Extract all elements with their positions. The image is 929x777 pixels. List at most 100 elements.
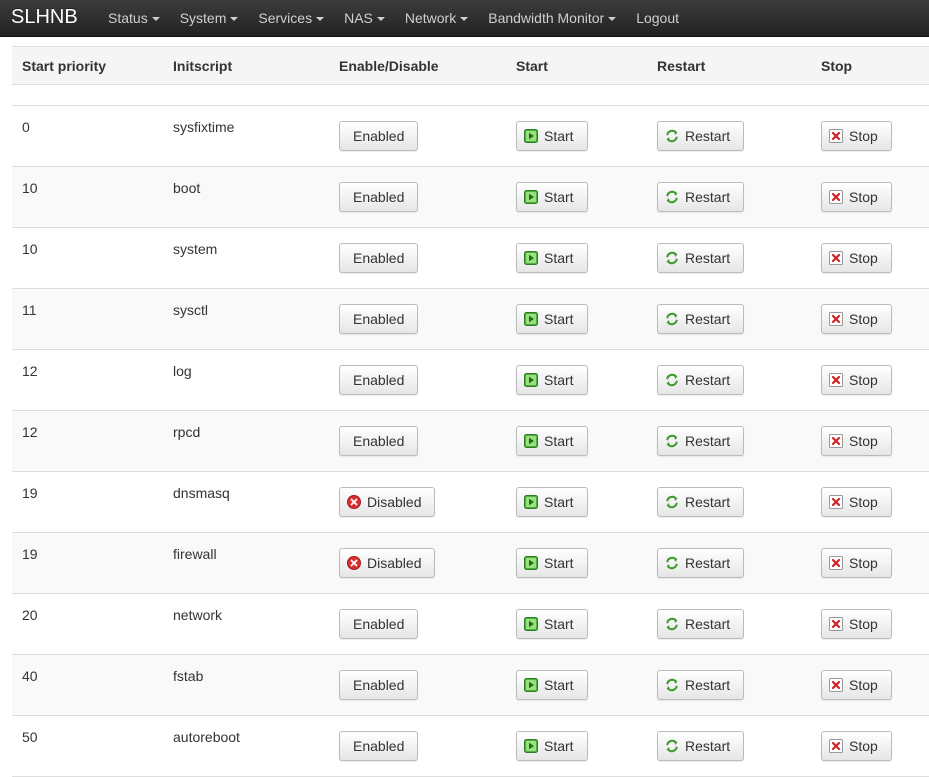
stop-cell: Stop xyxy=(811,349,929,411)
stop-label: Stop xyxy=(849,555,878,571)
restart-button[interactable]: Restart xyxy=(657,182,745,212)
restart-label: Restart xyxy=(685,616,731,632)
restart-label: Restart xyxy=(685,555,731,571)
start-button[interactable]: Start xyxy=(516,670,588,700)
stop-cell: Stop xyxy=(811,715,929,777)
initscript-cell: log xyxy=(163,349,329,411)
enabled-toggle-button[interactable]: Enabled xyxy=(339,426,419,456)
enabled-toggle-button[interactable]: Enabled xyxy=(339,670,419,700)
table-row: 12 log Enabled Start Restart Stop xyxy=(12,349,929,411)
enable-disable-cell: Enabled xyxy=(329,715,506,777)
start-cell: Start xyxy=(506,715,647,777)
disabled-icon xyxy=(347,495,361,509)
stop-icon xyxy=(829,739,843,753)
stop-cell: Stop xyxy=(811,410,929,472)
stop-label: Stop xyxy=(849,189,878,205)
initscript-cell: sysctl xyxy=(163,288,329,350)
restart-button[interactable]: Restart xyxy=(657,304,745,334)
start-button[interactable]: Start xyxy=(516,365,588,395)
stop-button[interactable]: Stop xyxy=(821,243,892,273)
restart-button[interactable]: Restart xyxy=(657,365,745,395)
start-button[interactable]: Start xyxy=(516,426,588,456)
restart-cell: Restart xyxy=(647,715,811,777)
enabled-toggle-button[interactable]: Enabled xyxy=(339,182,419,212)
enabled-toggle-button[interactable]: Enabled xyxy=(339,243,419,273)
enable-disable-cell: Enabled xyxy=(329,288,506,350)
stop-button[interactable]: Stop xyxy=(821,365,892,395)
start-label: Start xyxy=(544,189,574,205)
stop-button[interactable]: Stop xyxy=(821,426,892,456)
stop-button[interactable]: Stop xyxy=(821,548,892,578)
restart-button[interactable]: Restart xyxy=(657,731,745,761)
menu-label: Status xyxy=(108,10,148,26)
stop-label: Stop xyxy=(849,250,878,266)
start-label: Start xyxy=(544,555,574,571)
stop-button[interactable]: Stop xyxy=(821,182,892,212)
restart-button[interactable]: Restart xyxy=(657,670,745,700)
start-button[interactable]: Start xyxy=(516,731,588,761)
start-cell: Start xyxy=(506,166,647,228)
enabled-toggle-label: Enabled xyxy=(353,189,405,205)
enabled-toggle-button[interactable]: Enabled xyxy=(339,731,419,761)
start-label: Start xyxy=(544,250,574,266)
stop-icon xyxy=(829,556,843,570)
enabled-toggle-button[interactable]: Enabled xyxy=(339,365,419,395)
restart-cell: Restart xyxy=(647,654,811,716)
disabled-toggle-button[interactable]: Disabled xyxy=(339,487,436,517)
header-start-priority: Start priority xyxy=(12,46,163,85)
enabled-toggle-button[interactable]: Enabled xyxy=(339,304,419,334)
menu-label: Logout xyxy=(636,10,680,26)
restart-button[interactable]: Restart xyxy=(657,548,745,578)
restart-button[interactable]: Restart xyxy=(657,121,745,151)
menu-status[interactable]: Status xyxy=(108,0,170,37)
stop-button[interactable]: Stop xyxy=(821,670,892,700)
menu-label: Services xyxy=(258,10,313,26)
stop-label: Stop xyxy=(849,311,878,327)
table-row: 10 system Enabled Start Restart Stop xyxy=(12,227,929,289)
menu-system[interactable]: System xyxy=(180,0,249,37)
menu-label: NAS xyxy=(344,10,373,26)
restart-cell: Restart xyxy=(647,471,811,533)
stop-button[interactable]: Stop xyxy=(821,121,892,151)
disabled-toggle-button[interactable]: Disabled xyxy=(339,548,436,578)
enabled-toggle-button[interactable]: Enabled xyxy=(339,121,419,151)
restart-icon xyxy=(665,434,679,448)
enabled-toggle-button[interactable]: Enabled xyxy=(339,609,419,639)
table-body: 0 sysfixtime Enabled Start Restart Stop 10 boot… xyxy=(12,84,929,777)
start-button[interactable]: Start xyxy=(516,487,588,517)
stop-button[interactable]: Stop xyxy=(821,609,892,639)
start-button[interactable]: Start xyxy=(516,609,588,639)
menu-network[interactable]: Network xyxy=(405,0,478,37)
initscript-cell: fstab xyxy=(163,654,329,716)
start-label: Start xyxy=(544,677,574,693)
initscripts-table-container: Start priority Initscript Enable/Disable… xyxy=(12,46,929,777)
restart-icon xyxy=(665,739,679,753)
stop-icon xyxy=(829,190,843,204)
stop-button[interactable]: Stop xyxy=(821,731,892,761)
start-label: Start xyxy=(544,372,574,388)
restart-button[interactable]: Restart xyxy=(657,609,745,639)
header-enable-disable: Enable/Disable xyxy=(329,46,506,85)
enabled-toggle-label: Enabled xyxy=(353,250,405,266)
menu-bandwidth-monitor[interactable]: Bandwidth Monitor xyxy=(488,0,626,37)
restart-button[interactable]: Restart xyxy=(657,487,745,517)
table-spacer-row xyxy=(12,84,929,106)
brand-logo[interactable]: SLHNB xyxy=(11,5,78,29)
restart-cell: Restart xyxy=(647,410,811,472)
restart-button[interactable]: Restart xyxy=(657,426,745,456)
menu-services[interactable]: Services xyxy=(258,0,334,37)
start-button[interactable]: Start xyxy=(516,243,588,273)
start-icon xyxy=(524,129,538,143)
start-priority-cell: 19 xyxy=(12,532,163,594)
start-button[interactable]: Start xyxy=(516,304,588,334)
menu-nas[interactable]: NAS xyxy=(344,0,395,37)
restart-button[interactable]: Restart xyxy=(657,243,745,273)
start-button[interactable]: Start xyxy=(516,182,588,212)
restart-cell: Restart xyxy=(647,166,811,228)
stop-button[interactable]: Stop xyxy=(821,487,892,517)
menu-logout[interactable]: Logout xyxy=(636,0,689,37)
start-button[interactable]: Start xyxy=(516,548,588,578)
main-menu: Status System Services NAS Network Bandwidth … xyxy=(108,0,699,37)
stop-button[interactable]: Stop xyxy=(821,304,892,334)
start-button[interactable]: Start xyxy=(516,121,588,151)
